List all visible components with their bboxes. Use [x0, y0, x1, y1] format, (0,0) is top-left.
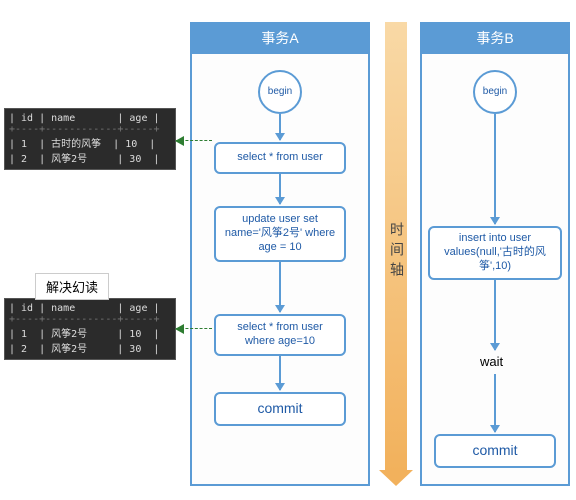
- begin-node-a: begin: [258, 70, 302, 114]
- step-a-select2: select * from user where age=10: [214, 314, 346, 356]
- result-table-2: 解决幻读 | id | name | age | +----+---------…: [4, 298, 176, 360]
- table2-row2: | 2 | 风筝2号 | 30 |: [9, 340, 171, 355]
- lane-transaction-b: 事务B begin insert into user values(null,'…: [420, 22, 570, 486]
- table2-header: | id | name | age |: [9, 303, 171, 314]
- arrow-b1: [494, 114, 496, 224]
- lane-transaction-a: 事务A begin select * from user update user…: [190, 22, 370, 486]
- wait-label: wait: [480, 354, 503, 369]
- table1-sep: +----+------------+-----+: [9, 124, 171, 135]
- step-a-select1: select * from user: [214, 142, 346, 174]
- timeline-axis: 时间轴: [385, 22, 407, 472]
- result-arrow-2: [176, 328, 212, 329]
- table1-row2: | 2 | 风筝2号 | 30 |: [9, 150, 171, 165]
- table1-header: | id | name | age |: [9, 113, 171, 124]
- arrow-a4: [279, 356, 281, 390]
- lane-b-title: 事务B: [422, 24, 568, 54]
- result-table-1: | id | name | age | +----+------------+-…: [4, 108, 176, 170]
- table2-title: 解决幻读: [35, 273, 109, 300]
- arrow-b2: [494, 280, 496, 350]
- timeline-label: 时间轴: [385, 222, 407, 282]
- commit-a: commit: [214, 392, 346, 426]
- lane-a-title: 事务A: [192, 24, 368, 54]
- table2-row1: | 1 | 风筝2号 | 10 |: [9, 325, 171, 340]
- arrow-b3: [494, 374, 496, 432]
- table2-sep: +----+------------+-----+: [9, 314, 171, 325]
- arrow-a3: [279, 262, 281, 312]
- commit-b: commit: [434, 434, 556, 468]
- arrow-a1: [279, 114, 281, 140]
- table1-row1: | 1 | 古时的风筝 | 10 |: [9, 135, 171, 150]
- step-a-update: update user set name='风筝2号' where age = …: [214, 206, 346, 262]
- result-arrow-1: [176, 140, 212, 141]
- arrow-a2: [279, 174, 281, 204]
- step-b-insert: insert into user values(null,'古时的风筝',10): [428, 226, 562, 280]
- begin-node-b: begin: [473, 70, 517, 114]
